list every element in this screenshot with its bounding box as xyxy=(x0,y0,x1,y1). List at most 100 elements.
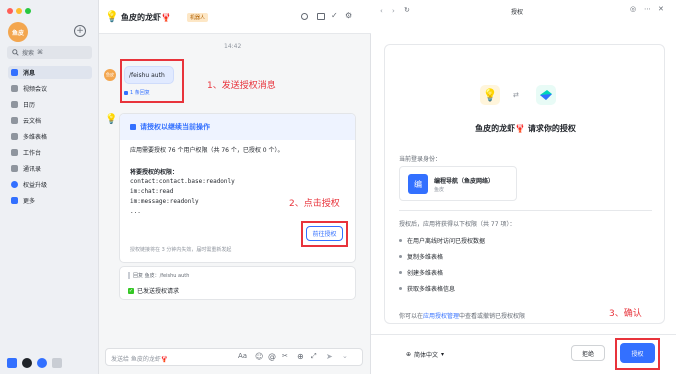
table-icon xyxy=(11,133,18,140)
back-icon[interactable]: ‹ xyxy=(380,7,383,15)
sidebar-item-messages[interactable]: 消息 xyxy=(8,66,92,79)
chevron-down-icon: ▾ xyxy=(441,351,445,358)
sidebar-item-label: 消息 xyxy=(23,70,36,77)
sidebar-item-video-meeting[interactable]: 视频会议 xyxy=(8,82,92,95)
permissions-after-label: 授权后，应用将获得以下权限（共 77 项）： xyxy=(399,221,516,228)
manage-note: 你可以在应用授权管理中查看或撤销已授权权限 xyxy=(399,311,525,320)
annotation-3: 3、确认 xyxy=(609,309,642,319)
upgrade-icon xyxy=(11,181,18,188)
menu-icon[interactable] xyxy=(52,358,62,368)
permission-row: 获取多维表格信息 xyxy=(399,284,455,293)
comment-icon xyxy=(124,90,128,95)
language-label: 简体中文 xyxy=(414,352,439,359)
card-description: 应用需要授权 76 个用户权限（共 76 个，已授权 0 个）。 xyxy=(130,147,284,154)
divider xyxy=(399,210,652,211)
add-attachment-icon[interactable]: ⊕ xyxy=(297,352,304,361)
input-placeholder: 发送给 鱼皮的龙虾🦞 xyxy=(111,356,169,363)
add-icon[interactable]: + xyxy=(74,25,86,37)
auth-heading: 鱼皮的龙虾🦞 请求你的授权 xyxy=(475,124,576,133)
lock-icon xyxy=(130,124,136,130)
sidebar-item-label: 日历 xyxy=(23,102,36,109)
sidebar-item-upgrade[interactable]: 权益升级 xyxy=(8,178,92,191)
search-icon xyxy=(12,49,19,56)
more-icon[interactable]: ⋯ xyxy=(644,5,651,13)
sidebar-item-docs[interactable]: 云文档 xyxy=(8,114,92,127)
sidebar-item-label: 云文档 xyxy=(23,118,42,125)
user-message-bubble[interactable]: /feishu auth xyxy=(124,66,174,84)
permission-label: 创建多维表格 xyxy=(407,270,444,277)
notification-icon[interactable] xyxy=(37,358,47,368)
user-avatar[interactable]: 鱼皮 xyxy=(8,22,28,42)
go-authorize-button[interactable]: 前往授权 xyxy=(306,226,343,241)
search-box[interactable]: 搜索 ⌘ xyxy=(7,46,92,59)
video-icon xyxy=(11,85,18,92)
card-footnote: 授权链接将在 3 分钟内失效，届时需重新发起 xyxy=(130,247,232,253)
annotation-2: 2、点击授权 xyxy=(289,199,340,209)
manage-suffix: 中查看或撤销已授权权限 xyxy=(459,313,526,320)
lobster-avatar-icon: 💡 xyxy=(105,10,119,23)
account-sub: 鱼皮 xyxy=(434,187,445,193)
reply-body: ✓ 已发送授权请求 xyxy=(128,286,179,295)
sidebar-item-contacts[interactable]: 通讯录 xyxy=(8,162,92,175)
sidebar-item-base[interactable]: 多维表格 xyxy=(8,130,92,143)
app-auth-management-link[interactable]: 应用授权管理 xyxy=(423,313,459,320)
compass-icon[interactable]: ◎ xyxy=(630,5,636,13)
permission-item: im:chat:read xyxy=(130,188,174,195)
message-time: 14:42 xyxy=(224,43,242,50)
window-icon[interactable] xyxy=(317,13,325,20)
docs-icon xyxy=(11,117,18,124)
sidebar-item-more[interactable]: 更多 xyxy=(8,194,92,207)
message-input[interactable]: 发送给 鱼皮的龙虾🦞 Aa ☺ @ ✂ ⊕ ⤢ ➤ ⌄ xyxy=(105,348,363,366)
minimize-window-dot[interactable] xyxy=(16,8,22,14)
expand-icon[interactable]: ⤢ xyxy=(311,352,317,361)
contacts-icon xyxy=(11,165,18,172)
auth-card: 💡 ⇄ 鱼皮的龙虾🦞 请求你的授权 当前登录身份： 编 编程导航（鱼皮网络） 鱼… xyxy=(384,44,665,324)
authorize-confirm-button[interactable]: 授权 xyxy=(620,343,655,363)
lobster-app-icon: 💡 xyxy=(480,85,500,105)
check-icon[interactable]: ✓ xyxy=(331,11,338,20)
scissors-icon[interactable]: ✂ xyxy=(282,352,288,360)
close-window-dot[interactable] xyxy=(7,8,13,14)
window-title: 授权 xyxy=(511,9,524,16)
reject-button[interactable]: 拒绝 xyxy=(571,345,605,361)
bot-avatar-icon: 💡 xyxy=(105,114,118,125)
sidebar-item-calendar[interactable]: 日历 xyxy=(8,98,92,111)
refresh-icon[interactable]: ↻ xyxy=(404,6,410,14)
permissions-heading: 将要授权的权限： xyxy=(130,169,179,176)
message-icon xyxy=(11,69,18,76)
emoji-icon[interactable]: ☺ xyxy=(255,352,263,361)
sidebar: 鱼皮 + 搜索 ⌘ 消息 视频会议 日历 云文档 多维表格 工作台 通讯录 权益… xyxy=(0,0,99,374)
reply-count-link[interactable]: 1 条回复 xyxy=(124,89,150,96)
auth-window: ‹ › ↻ 授权 ◎ ⋯ ✕ 💡 ⇄ 鱼皮的龙虾🦞 请求你的授权 当前登录身份：… xyxy=(371,0,676,374)
close-icon[interactable]: ✕ xyxy=(658,5,664,13)
language-selector[interactable]: ⊕ 简体中文 ▾ xyxy=(406,350,444,359)
forward-icon[interactable]: › xyxy=(392,7,395,15)
bot-icon[interactable] xyxy=(22,358,32,368)
permission-row: 在用户离线时访问已授权数据 xyxy=(399,236,485,245)
chevron-down-icon[interactable]: ⌄ xyxy=(342,352,348,360)
account-logo: 编 xyxy=(408,174,428,194)
feishu-logo-icon xyxy=(536,85,556,105)
settings-icon[interactable]: ⚙ xyxy=(345,11,352,20)
sidebar-item-label: 更多 xyxy=(23,198,36,205)
text-format-icon[interactable]: Aa xyxy=(238,352,247,360)
permission-label: 复制多维表格 xyxy=(407,254,444,261)
app-icon[interactable] xyxy=(7,358,17,368)
more-apps-icon xyxy=(11,197,18,204)
calendar-icon xyxy=(11,101,18,108)
permission-row: 复制多维表格 xyxy=(399,252,443,261)
footer-divider xyxy=(371,334,676,335)
reply-card: 回复 鱼皮：/feishu auth ✓ 已发送授权请求 xyxy=(119,266,356,300)
mention-icon[interactable]: @ xyxy=(268,352,276,361)
sender-avatar: 鱼皮 xyxy=(104,69,116,81)
bot-badge: 机器人 xyxy=(187,13,209,22)
zoom-window-dot[interactable] xyxy=(25,8,31,14)
sidebar-item-label: 工作台 xyxy=(23,150,42,157)
sidebar-item-label: 多维表格 xyxy=(23,134,48,141)
send-icon[interactable]: ➤ xyxy=(326,352,333,361)
annotation-1: 1、发送授权消息 xyxy=(207,81,276,91)
permission-item: contact:contact.base:readonly xyxy=(130,178,235,185)
search-label: 搜索 xyxy=(22,50,35,57)
sidebar-item-workplace[interactable]: 工作台 xyxy=(8,146,92,159)
search-icon[interactable] xyxy=(301,13,308,20)
